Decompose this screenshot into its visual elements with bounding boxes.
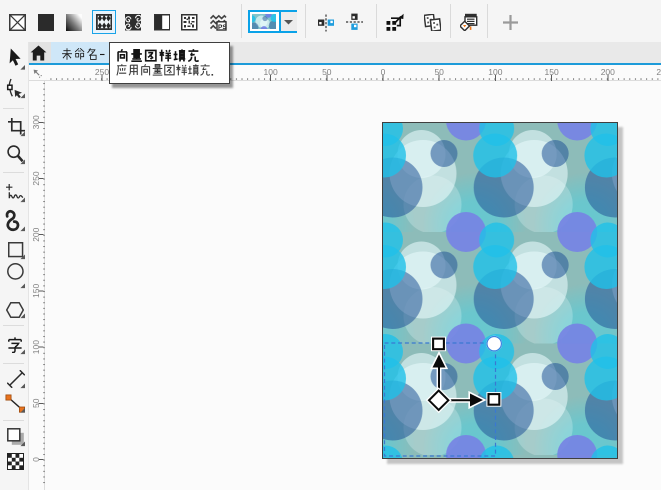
svg-text:0: 0	[381, 67, 386, 77]
svg-text:PS: PS	[218, 24, 227, 31]
svg-text:250: 250	[656, 67, 661, 77]
svg-text:100: 100	[488, 67, 502, 77]
svg-text:0: 0	[31, 457, 41, 462]
svg-text:200: 200	[601, 67, 615, 77]
svg-text:150: 150	[545, 67, 559, 77]
svg-text:100: 100	[264, 67, 278, 77]
svg-text:250: 250	[31, 171, 41, 185]
svg-text:200: 200	[31, 227, 41, 241]
svg-text:50: 50	[31, 398, 41, 408]
svg-text:250: 250	[95, 67, 109, 77]
svg-text:100: 100	[31, 340, 41, 354]
svg-text:300: 300	[31, 115, 41, 129]
svg-text:50: 50	[434, 67, 444, 77]
svg-text:50: 50	[322, 67, 332, 77]
svg-text:150: 150	[31, 284, 41, 298]
